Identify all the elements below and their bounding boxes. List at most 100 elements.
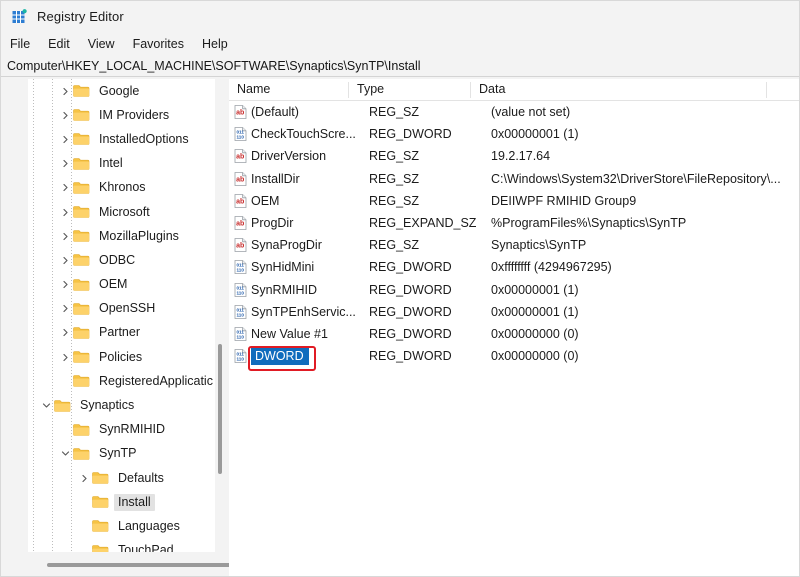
value-data-cell: 0xffffffff (4294967295) (491, 260, 612, 275)
chevron-right-icon[interactable] (58, 256, 73, 265)
table-row[interactable]: ab InstallDir REG_SZ C:\Windows\System32\Dr… (229, 168, 799, 190)
address-bar[interactable]: Computer\HKEY_LOCAL_MACHINE\SOFTWARE\Syn… (1, 56, 799, 77)
tree-item-partner[interactable]: Partner (28, 321, 215, 345)
tree-item-label: SynTP (99, 446, 137, 461)
registry-tree[interactable]: Google IM Providers InstalledOptions Intel K… (28, 79, 215, 552)
tree-item-install[interactable]: Install (28, 490, 215, 514)
table-row[interactable]: ab SynaProgDir REG_SZ Synaptics\SynTP (229, 234, 799, 256)
folder-icon (92, 544, 109, 552)
chevron-down-icon[interactable] (39, 401, 54, 410)
tree-item-syntp[interactable]: SynTP (28, 442, 215, 466)
folder-icon (73, 423, 90, 437)
menu-item-help[interactable]: Help (202, 35, 237, 53)
tree-item-label: Google (99, 83, 140, 98)
value-data-cell: 19.2.17.64 (491, 149, 551, 164)
value-data-cell: 0x00000000 (0) (491, 349, 579, 364)
tree-item-mozillaplugins[interactable]: MozillaPlugins (28, 224, 215, 248)
tree-item-label: MozillaPlugins (99, 228, 179, 243)
table-row[interactable]: 011 110 SynRMIHID REG_DWORD 0x00000001 (1) (229, 279, 799, 301)
chevron-down-icon[interactable] (58, 449, 73, 458)
folder-icon (73, 157, 90, 171)
folder-icon (73, 447, 90, 461)
chevron-right-icon[interactable] (58, 135, 73, 144)
menu-item-view[interactable]: View (88, 35, 124, 53)
chevron-right-icon[interactable] (58, 232, 73, 241)
tree-item-intel[interactable]: Intel (28, 152, 215, 176)
tree-item-synaptics[interactable]: Synaptics (28, 393, 215, 417)
tree-item-registeredapplicatic[interactable]: RegisteredApplicatic (28, 369, 215, 393)
table-row[interactable]: 011 110 SynHidMini REG_DWORD 0xffffffff (429… (229, 256, 799, 278)
value-name-cell: SynTPEnhServic... (251, 304, 356, 319)
table-row[interactable]: ab (Default) REG_SZ (value not set) (229, 101, 799, 123)
value-type-cell: REG_DWORD (369, 304, 452, 319)
tree-item-openssh[interactable]: OpenSSH (28, 297, 215, 321)
table-row[interactable]: 011 110 DWORD REG_DWORD 0x00000000 (0) (229, 345, 799, 367)
value-name-rename-input[interactable]: DWORD (251, 347, 309, 365)
tree-item-synrmihid[interactable]: SynRMIHID (28, 418, 215, 442)
table-row[interactable]: 011 110 CheckTouchScre... REG_DWORD 0x000000… (229, 123, 799, 145)
dword-value-icon: 011 110 (229, 260, 251, 275)
value-data-cell: 0x00000001 (1) (491, 127, 579, 142)
value-type-cell: REG_SZ (369, 149, 420, 164)
table-row[interactable]: ab ProgDir REG_EXPAND_SZ %ProgramFiles%\Syn… (229, 212, 799, 234)
table-row[interactable]: ab DriverVersion REG_SZ 19.2.17.64 (229, 145, 799, 167)
folder-icon (73, 84, 90, 98)
chevron-right-icon[interactable] (58, 304, 73, 313)
tree-item-odbc[interactable]: ODBC (28, 248, 215, 272)
string-value-icon: ab (229, 149, 251, 164)
folder-icon (73, 302, 90, 316)
chevron-right-icon[interactable] (58, 87, 73, 96)
folder-icon (73, 350, 90, 364)
svg-text:ab: ab (236, 176, 244, 183)
menu-item-edit[interactable]: Edit (48, 35, 79, 53)
chevron-right-icon[interactable] (58, 353, 73, 362)
tree-vertical-scroll-thumb[interactable] (218, 344, 222, 474)
menu-item-favorites[interactable]: Favorites (133, 35, 193, 53)
column-header-type[interactable]: Type (349, 79, 471, 101)
tree-horizontal-scrollbar[interactable] (28, 560, 317, 570)
tree-vertical-scrollbar[interactable] (215, 79, 225, 552)
tree-item-im-providers[interactable]: IM Providers (28, 103, 215, 127)
chevron-right-icon[interactable] (77, 474, 92, 483)
column-header-name[interactable]: Name (229, 79, 349, 101)
title-bar: Registry Editor (1, 1, 799, 32)
table-row[interactable]: 011 110 New Value #1 REG_DWORD 0x00000000 (0… (229, 323, 799, 345)
tree-item-oem[interactable]: OEM (28, 273, 215, 297)
tree-item-khronos[interactable]: Khronos (28, 176, 215, 200)
folder-icon (73, 229, 90, 243)
chevron-right-icon[interactable] (58, 280, 73, 289)
tree-item-google[interactable]: Google (28, 79, 215, 103)
table-row[interactable]: ab OEM REG_SZ DEIIWPF RMIHID Group9 (229, 190, 799, 212)
chevron-right-icon[interactable] (58, 208, 73, 217)
chevron-right-icon[interactable] (58, 183, 73, 192)
chevron-right-icon[interactable] (58, 111, 73, 120)
tree-item-touchpad[interactable]: TouchPad (28, 539, 215, 552)
value-type-cell: REG_DWORD (369, 127, 452, 142)
menu-item-file[interactable]: File (10, 35, 39, 53)
tree-item-label: OEM (99, 277, 128, 292)
folder-icon (73, 374, 90, 388)
dword-value-icon: 011 110 (229, 304, 251, 319)
tree-item-installedoptions[interactable]: InstalledOptions (28, 127, 215, 151)
tree-item-label: Synaptics (80, 398, 135, 413)
folder-icon (73, 326, 90, 340)
tree-item-microsoft[interactable]: Microsoft (28, 200, 215, 224)
chevron-right-icon (77, 522, 92, 531)
dword-value-icon: 011 110 (229, 349, 251, 364)
tree-item-label: Partner (99, 325, 140, 340)
string-value-icon: ab (229, 238, 251, 253)
chevron-right-icon[interactable] (58, 159, 73, 168)
value-data-cell: Synaptics\SynTP (491, 238, 587, 253)
value-name-cell[interactable]: DWORD (251, 347, 369, 365)
tree-item-defaults[interactable]: Defaults (28, 466, 215, 490)
dword-value-icon: 011 110 (229, 327, 251, 341)
tree-item-policies[interactable]: Policies (28, 345, 215, 369)
table-row[interactable]: 011 110 SynTPEnhServic... REG_DWORD 0x000000… (229, 301, 799, 323)
column-header-data[interactable]: Data (471, 79, 767, 101)
svg-text:ab: ab (236, 110, 244, 117)
folder-icon (73, 205, 90, 219)
folder-icon (92, 471, 109, 485)
tree-item-languages[interactable]: Languages (28, 514, 215, 538)
tree-item-label: IM Providers (99, 107, 170, 122)
chevron-right-icon[interactable] (58, 328, 73, 337)
